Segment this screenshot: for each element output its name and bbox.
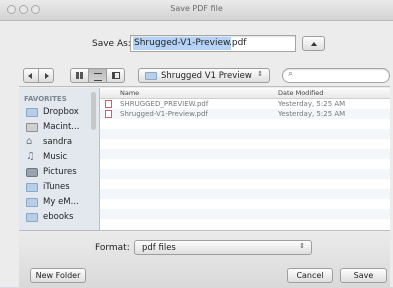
new-folder-button[interactable]: New Folder [30, 268, 86, 283]
save-dialog: Save PDF file Save As: Shrugged-V1-Previ… [0, 0, 393, 288]
empty-row [100, 119, 390, 129]
empty-row [100, 129, 390, 139]
sidebar-item-label: Pictures [43, 167, 77, 177]
camera-icon [26, 168, 38, 177]
expand-dialog-button[interactable] [302, 36, 325, 51]
folder-icon [145, 72, 157, 80]
file-date: Yesterday, 5:25 AM [278, 100, 346, 108]
sidebar-heading: FAVORITES [24, 95, 67, 103]
updown-arrows-icon: ⇕ [257, 70, 263, 78]
file-row[interactable]: SHRUGGED_PREVIEW.pdf Yesterday, 5:25 AM [100, 99, 390, 109]
back-arrow-icon [28, 73, 32, 79]
sidebar-scrollbar[interactable] [91, 92, 96, 130]
folder-icon [26, 108, 38, 117]
columns-icon [112, 72, 120, 79]
sidebar-item-macintosh[interactable]: Macint... [19, 120, 99, 135]
toolbar-divider [19, 86, 390, 87]
search-input[interactable]: ⌕ [282, 68, 390, 83]
sidebar-item-ebooks[interactable]: ebooks [19, 210, 99, 225]
file-name: Shrugged-V1-Preview.pdf [120, 110, 208, 118]
file-list: Name Date Modified SHRUGGED_PREVIEW.pdf … [100, 88, 390, 230]
filename-extension-text: .pdf [229, 38, 247, 48]
cancel-button[interactable]: Cancel [287, 268, 333, 283]
folder-icon [26, 213, 38, 222]
format-value: pdf files [142, 243, 176, 253]
empty-row [100, 209, 390, 219]
empty-row [100, 149, 390, 159]
pdf-file-icon [105, 100, 112, 108]
sidebar-item-my-em[interactable]: My eM... [19, 195, 99, 210]
empty-row [100, 189, 390, 199]
music-icon: ♫ [26, 151, 35, 162]
sidebar-item-label: Macint... [43, 122, 80, 132]
list-view-button[interactable] [88, 68, 107, 83]
sidebar-item-label: iTunes [43, 182, 70, 192]
search-icon: ⌕ [288, 69, 294, 79]
sidebar-item-label: ebooks [43, 212, 74, 222]
hard-drive-icon [26, 123, 38, 132]
selected-filename-text: Shrugged-V1-Preview [133, 37, 232, 50]
disclosure-triangle-icon [311, 42, 317, 46]
empty-row [100, 179, 390, 189]
sidebar-item-label: Music [43, 152, 68, 162]
column-header-name[interactable]: Name [120, 89, 139, 97]
sidebar-item-music[interactable]: ♫ Music [19, 150, 99, 165]
save-as-input[interactable]: Shrugged-V1-Preview .pdf [130, 35, 296, 52]
column-header-date[interactable]: Date Modified [278, 89, 323, 97]
location-popup[interactable]: Shrugged V1 Preview ⇕ [138, 68, 270, 83]
home-icon: ⌂ [26, 136, 33, 147]
file-row[interactable]: Shrugged-V1-Preview.pdf Yesterday, 5:25 … [100, 109, 390, 119]
sidebar-item-label: My eM... [43, 197, 79, 207]
icon-grid-icon [76, 72, 83, 79]
icon-view-button[interactable] [70, 68, 89, 83]
sidebar-item-label: sandra [43, 137, 73, 147]
empty-row [100, 169, 390, 179]
sidebar: FAVORITES Dropbox Macint... ⌂ sandra ♫ M… [19, 88, 100, 230]
empty-row [100, 139, 390, 149]
folder-icon [26, 198, 38, 207]
column-view-button[interactable] [106, 68, 125, 83]
file-name: SHRUGGED_PREVIEW.pdf [120, 100, 209, 108]
updown-arrows-icon: ⇕ [299, 242, 305, 250]
window-title: Save PDF file [170, 4, 223, 13]
title-bar: Save PDF file [0, 0, 393, 21]
save-as-label: Save As: [92, 39, 131, 49]
pdf-file-icon [105, 110, 112, 118]
sidebar-item-dropbox[interactable]: Dropbox [19, 105, 99, 120]
file-list-header: Name Date Modified [100, 88, 390, 99]
sidebar-item-label: Dropbox [43, 107, 79, 117]
file-date: Yesterday, 5:25 AM [278, 110, 346, 118]
location-label: Shrugged V1 Preview [161, 71, 252, 81]
forward-arrow-icon [45, 73, 49, 79]
empty-row [100, 219, 390, 229]
empty-row [100, 199, 390, 209]
list-icon [94, 73, 102, 81]
sidebar-item-itunes[interactable]: iTunes [19, 180, 99, 195]
forward-button[interactable] [38, 68, 54, 83]
save-button[interactable]: Save [340, 268, 387, 283]
sidebar-item-sandra[interactable]: ⌂ sandra [19, 135, 99, 150]
format-popup[interactable]: pdf files ⇕ [134, 240, 312, 255]
sidebar-item-pictures[interactable]: Pictures [19, 165, 99, 180]
folder-icon [26, 183, 38, 192]
empty-row [100, 159, 390, 169]
back-button[interactable] [23, 68, 39, 83]
format-label: Format: [95, 243, 130, 253]
